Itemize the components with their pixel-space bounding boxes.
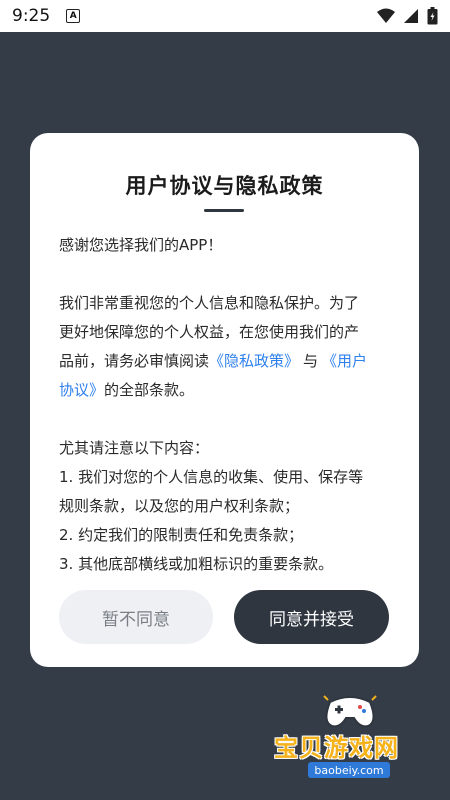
intro-line-4: 协议》的全部条款。 (59, 376, 393, 405)
status-icons (377, 7, 438, 25)
notice-item-2: 2. 约定我们的限制责任和免责条款； (59, 526, 304, 544)
status-time: 9:25 (12, 6, 51, 26)
intro-line-2: 更好地保障您的个人权益，在您使用我们的产 (59, 323, 360, 341)
privacy-policy-link[interactable]: 《隐私政策》 (209, 352, 299, 370)
intro-line-4-text: 的全部条款。 (104, 381, 195, 399)
dialog-title: 用户协议与隐私政策 (125, 174, 324, 198)
notice-title: 尤其请注意以下内容： (59, 439, 210, 457)
notice-item-1-line-1: 1. 我们对您的个人信息的收集、使用、保存等 (59, 468, 364, 486)
dialog-body: 感谢您选择我们的APP！ 我们非常重视您的个人信息和隐私保护。为了 更好地保障您… (59, 231, 393, 579)
conjunction-text: 与 (303, 352, 319, 370)
watermark-logo: 宝贝游戏网 baobeiy.com (268, 690, 428, 790)
battery-icon (427, 7, 438, 25)
decline-button[interactable]: 暂不同意 (59, 590, 213, 644)
watermark-url: baobeiy.com (308, 762, 390, 778)
user-agreement-link-part1[interactable]: 《用户 (322, 352, 367, 370)
intro-line-3: 品前，请务必审慎阅读《隐私政策》与《用户 (59, 347, 393, 376)
signal-icon (404, 9, 418, 23)
watermark-name: 宝贝游戏网 (274, 734, 399, 762)
notice-item-1-line-2: 规则条款，以及您的用户权利条款； (59, 497, 300, 515)
privacy-dialog: 用户协议与隐私政策 感谢您选择我们的APP！ 我们非常重视您的个人信息和隐私保护… (30, 133, 419, 667)
wifi-icon (377, 8, 395, 23)
notification-icon: A (66, 9, 81, 23)
gamepad-icon (323, 695, 377, 728)
intro-line-3-text: 品前，请务必审慎阅读 (59, 352, 210, 370)
title-underline (204, 209, 244, 212)
user-agreement-link-part2[interactable]: 协议》 (59, 381, 104, 399)
status-bar: 9:25 A (0, 0, 450, 32)
greeting-text: 感谢您选择我们的APP！ (59, 236, 223, 254)
notice-item-3: 3. 其他底部横线或加粗标识的重要条款。 (59, 555, 334, 573)
intro-line-1: 我们非常重视您的个人信息和隐私保护。为了 (59, 294, 360, 312)
accept-button[interactable]: 同意并接受 (234, 590, 389, 644)
